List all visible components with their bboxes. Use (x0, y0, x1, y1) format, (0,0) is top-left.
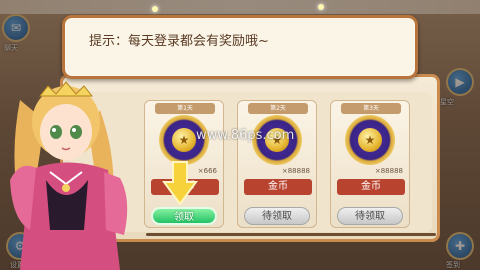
pending-button[interactable]: 待领取 (244, 207, 310, 225)
card-title: 第3天 (341, 103, 401, 114)
claim-button[interactable]: 领取 (151, 207, 217, 225)
reward-quantity: ×88888 (374, 167, 403, 175)
reward-name: 金币 (244, 179, 312, 195)
reward-card-day-2: 第2天 ★ ×88888 金币 待领取 (237, 100, 317, 228)
sparkle-decoration (318, 4, 324, 10)
pending-button[interactable]: 待领取 (337, 207, 403, 225)
reward-card-day-3: 第3天 ★ ×88888 金币 待领取 (330, 100, 410, 228)
down-arrow-icon (162, 161, 198, 206)
reward-quantity: ×666 (197, 167, 217, 175)
character-portrait (10, 81, 128, 270)
horizontal-scrollbar[interactable] (146, 233, 436, 236)
card-title: 第2天 (248, 103, 308, 114)
reward-quantity: ×88888 (281, 167, 310, 175)
hint-text: 提示：每天登录都会有奖励哦~ (89, 34, 269, 49)
hint-dialog: 提示：每天登录都会有奖励哦~ (62, 15, 418, 79)
card-title: 第1天 (155, 103, 215, 114)
reward-name: 金币 (337, 179, 405, 195)
sparkle-decoration (152, 6, 158, 12)
watermark: www.86ps.com (196, 128, 295, 143)
star-coin-icon: ★ (345, 115, 395, 165)
